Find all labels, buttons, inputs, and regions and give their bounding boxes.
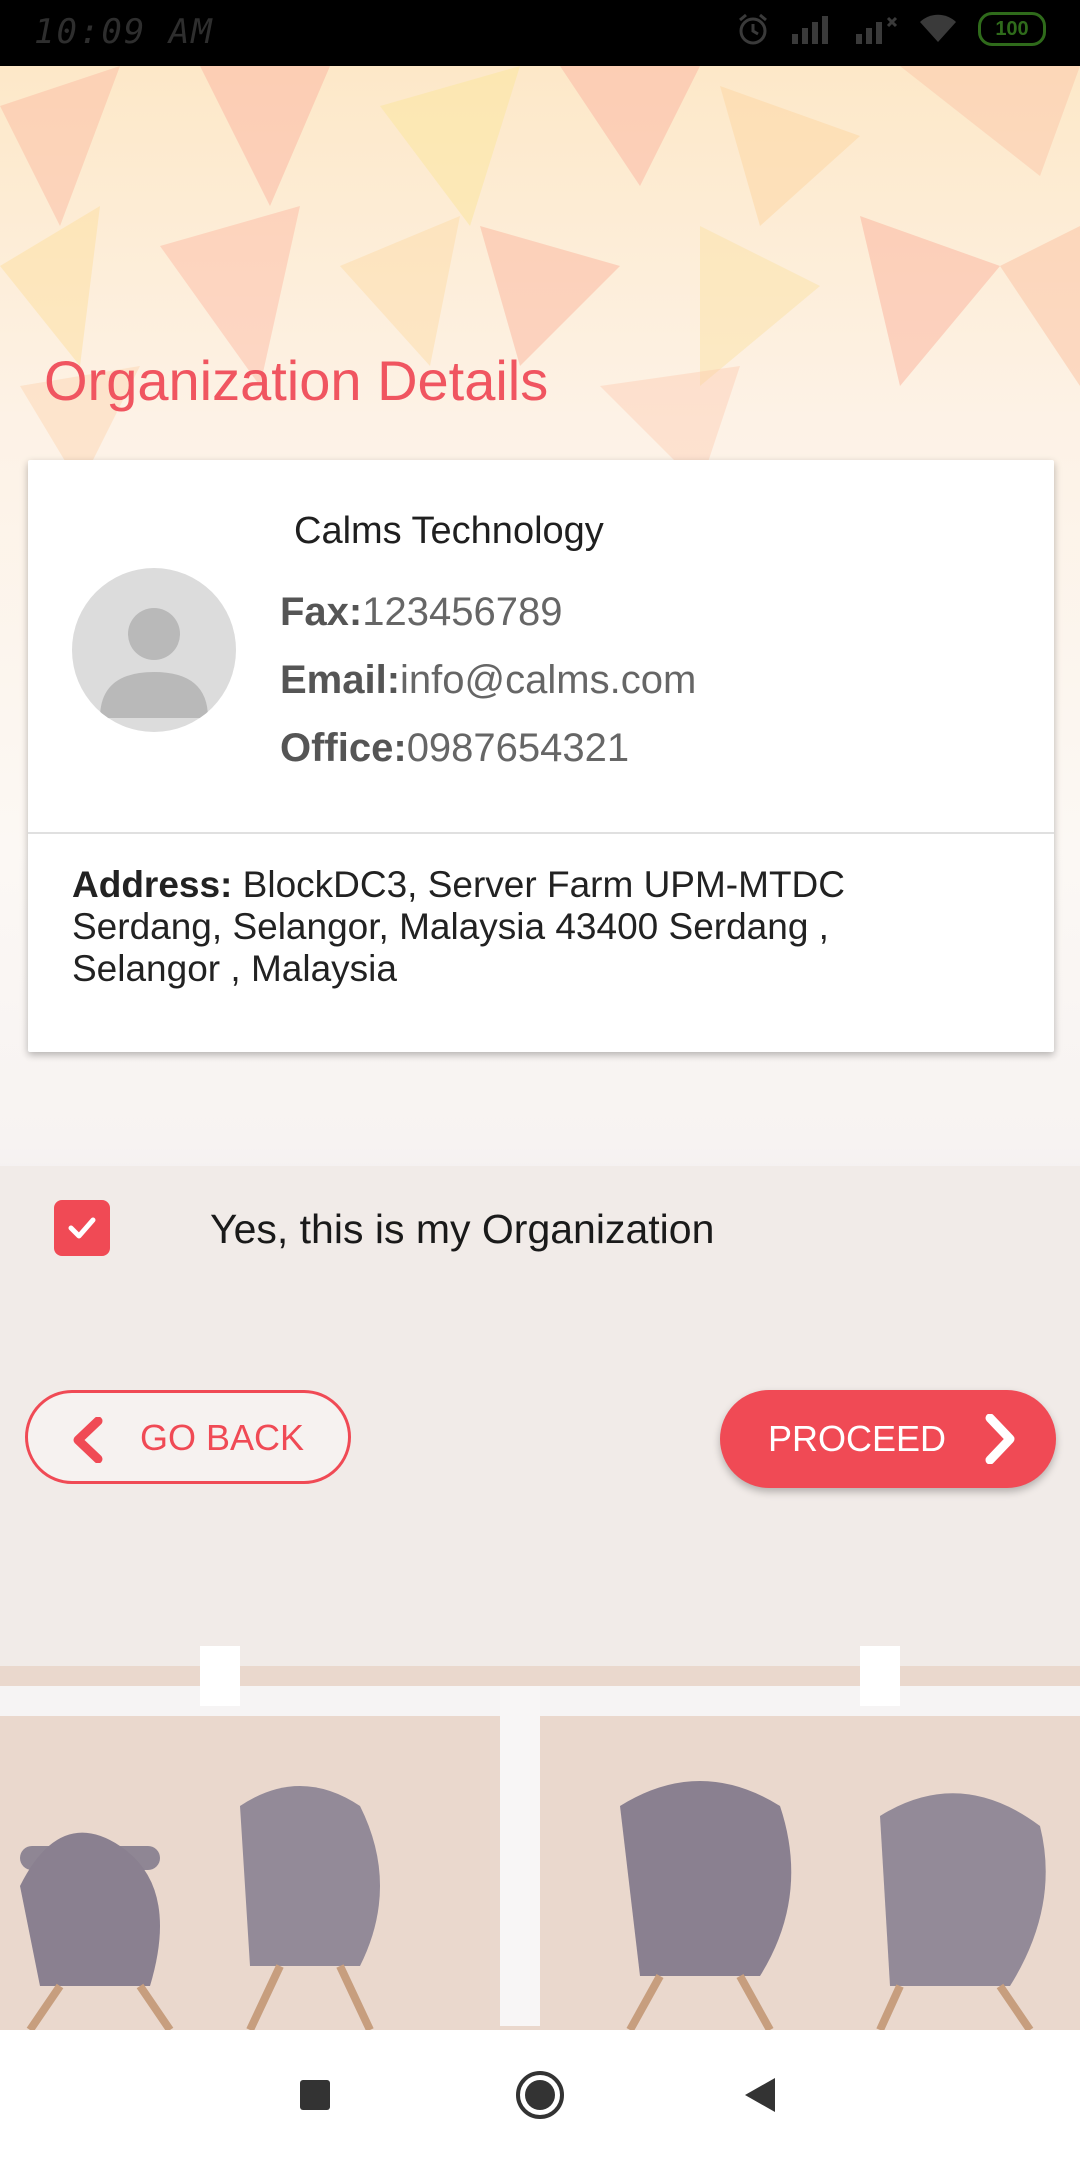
back-button[interactable] [695,2030,825,2160]
address-label: Address: [72,864,233,905]
go-back-label: GO BACK [140,1417,305,1458]
fax-label: Fax: [280,590,363,634]
email-label: Email: [280,658,401,702]
signal-icon [856,16,898,44]
chevron-left-icon [73,1417,103,1463]
status-time: 10:09 AM [34,12,214,52]
signal-icon [792,16,828,44]
email-value: info@calms.com [400,658,697,702]
fax-line: Fax:123456789 [280,590,562,635]
alarm-icon [739,13,767,45]
page-title: Organization Details [44,349,549,412]
address-block: Address: BlockDC3, Server Farm UPM-MTDC … [72,864,972,990]
home-icon [516,2071,564,2119]
battery-icon: 100 [978,12,1046,46]
office-value: 0987654321 [406,726,630,770]
back-icon [745,2078,775,2112]
card-divider [28,832,1054,834]
check-icon [68,1217,96,1239]
confirm-checkbox[interactable] [54,1200,110,1256]
status-icons: 100 [736,12,1046,46]
recent-apps-button[interactable] [250,2030,380,2160]
proceed-button[interactable]: PROCEED [720,1390,1056,1488]
go-back-button[interactable]: GO BACK [25,1390,351,1484]
avatar [72,568,236,732]
status-bar: 10:09 AM 100 [0,0,1080,66]
fax-value: 123456789 [362,590,563,634]
background-pattern [0,66,1080,486]
user-placeholder-icon [100,608,208,718]
office-label: Office: [280,726,407,770]
email-line: Email:info@calms.com [280,658,696,703]
proceed-label: PROCEED [768,1418,947,1459]
navigation-bar [0,2030,1080,2160]
organization-card: Calms Technology Fax:123456789 Email:inf… [28,460,1054,1052]
confirm-label[interactable]: Yes, this is my Organization [210,1206,714,1253]
wifi-icon [920,14,956,43]
chevron-right-icon [985,1414,1015,1464]
recent-apps-icon [300,2080,330,2110]
content-area: Organization Details Calms Technology Fa… [0,66,1080,2030]
background-room-image [0,1166,1080,2030]
organization-name: Calms Technology [294,510,604,552]
home-button[interactable] [475,2030,605,2160]
confirm-row[interactable]: Yes, this is my Organization [54,1200,954,1256]
office-line: Office:0987654321 [280,726,629,771]
